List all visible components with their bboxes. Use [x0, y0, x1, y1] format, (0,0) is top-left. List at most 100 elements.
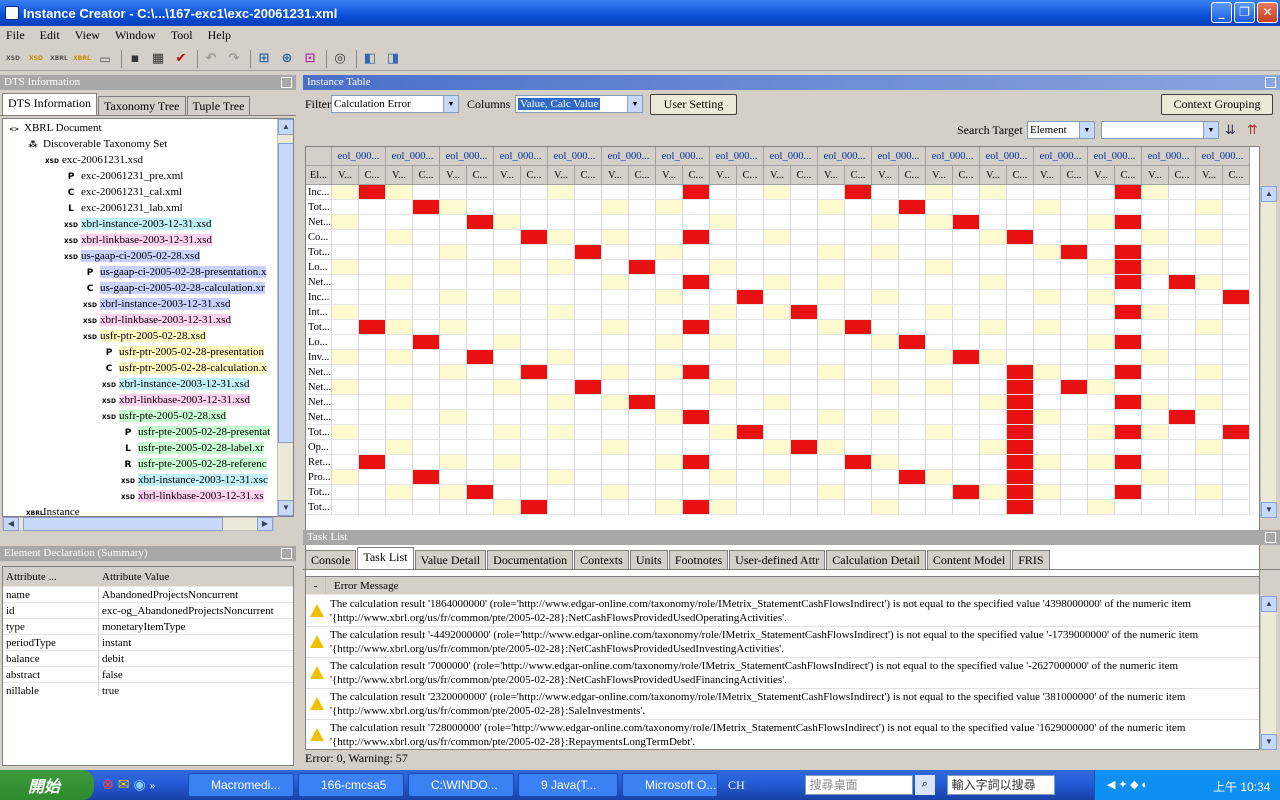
value-cell[interactable] — [494, 395, 521, 410]
calc-cell[interactable] — [359, 230, 386, 245]
tree-node[interactable]: Rusfr-pte-2005-02-28-referenc — [121, 456, 267, 472]
calc-cell[interactable] — [413, 500, 440, 515]
calc-cell[interactable] — [359, 185, 386, 200]
value-cell[interactable] — [818, 380, 845, 395]
calc-cell[interactable] — [737, 500, 764, 515]
value-column-header[interactable]: V... — [764, 166, 791, 185]
calc-cell[interactable] — [1223, 215, 1250, 230]
context-column-header[interactable]: eol_000... — [1196, 147, 1250, 166]
calc-cell[interactable] — [737, 395, 764, 410]
value-cell[interactable] — [980, 185, 1007, 200]
xbrl-new-icon[interactable]: XBRL — [72, 50, 92, 68]
calc-cell[interactable] — [359, 215, 386, 230]
value-cell[interactable] — [710, 185, 737, 200]
calc-cell[interactable] — [1061, 305, 1088, 320]
value-cell[interactable] — [980, 410, 1007, 425]
scroll-thumb[interactable] — [278, 143, 293, 443]
calc-cell[interactable] — [737, 455, 764, 470]
calc-cell[interactable] — [575, 455, 602, 470]
value-cell[interactable] — [494, 275, 521, 290]
value-cell[interactable] — [1196, 500, 1223, 515]
value-cell[interactable] — [332, 215, 359, 230]
calc-cell[interactable] — [1007, 200, 1034, 215]
calc-cell[interactable] — [1061, 395, 1088, 410]
value-cell[interactable] — [764, 470, 791, 485]
value-cell[interactable] — [386, 395, 413, 410]
calc-cell[interactable] — [629, 410, 656, 425]
calc-cell[interactable] — [521, 230, 548, 245]
calc-cell[interactable] — [629, 200, 656, 215]
calc-cell[interactable] — [737, 290, 764, 305]
calc-cell[interactable] — [629, 485, 656, 500]
context-column-header[interactable]: eol_000... — [980, 147, 1034, 166]
xsd-new-icon[interactable]: XSD — [26, 50, 46, 68]
calc-cell[interactable] — [845, 425, 872, 440]
calc-cell[interactable] — [1223, 500, 1250, 515]
value-cell[interactable] — [1088, 245, 1115, 260]
calc-column-header[interactable]: C... — [845, 166, 872, 185]
calc-cell[interactable] — [1007, 185, 1034, 200]
calc-cell[interactable] — [359, 275, 386, 290]
desktop-search-input[interactable]: 搜尋桌面 — [804, 775, 913, 795]
value-cell[interactable] — [710, 365, 737, 380]
calc-cell[interactable] — [845, 245, 872, 260]
value-cell[interactable] — [764, 440, 791, 455]
calc-cell[interactable] — [1115, 200, 1142, 215]
calc-cell[interactable] — [899, 320, 926, 335]
calc-cell[interactable] — [1007, 410, 1034, 425]
calc-cell[interactable] — [845, 185, 872, 200]
value-cell[interactable] — [656, 425, 683, 440]
calc-cell[interactable] — [1115, 335, 1142, 350]
value-cell[interactable] — [764, 320, 791, 335]
row-label[interactable]: Tot... — [306, 245, 332, 260]
row-label[interactable]: Tot... — [306, 425, 332, 440]
value-cell[interactable] — [980, 485, 1007, 500]
value-cell[interactable] — [1034, 230, 1061, 245]
context-column-header[interactable]: eol_000... — [656, 147, 710, 166]
calc-cell[interactable] — [845, 200, 872, 215]
tree-node[interactable]: Cusfr-ptr-2005-02-28-calculation.x — [102, 360, 267, 376]
value-cell[interactable] — [1196, 380, 1223, 395]
value-cell[interactable] — [1088, 215, 1115, 230]
calc-cell[interactable] — [521, 485, 548, 500]
value-cell[interactable] — [1142, 305, 1169, 320]
attribute-row[interactable]: abstract false — [3, 667, 293, 683]
calc-cell[interactable] — [791, 260, 818, 275]
value-cell[interactable] — [1142, 440, 1169, 455]
minimize-button[interactable]: _ — [1211, 2, 1232, 23]
calc-cell[interactable] — [629, 440, 656, 455]
value-cell[interactable] — [332, 260, 359, 275]
calc-cell[interactable] — [575, 320, 602, 335]
calc-cell[interactable] — [845, 335, 872, 350]
value-cell[interactable] — [440, 500, 467, 515]
value-cell[interactable] — [1034, 185, 1061, 200]
calc-cell[interactable] — [737, 335, 764, 350]
value-cell[interactable] — [818, 335, 845, 350]
value-cell[interactable] — [440, 410, 467, 425]
value-cell[interactable] — [548, 245, 575, 260]
calc-cell[interactable] — [1223, 470, 1250, 485]
calc-cell[interactable] — [845, 500, 872, 515]
calc-cell[interactable] — [1223, 335, 1250, 350]
calc-cell[interactable] — [1061, 215, 1088, 230]
calc-cell[interactable] — [413, 320, 440, 335]
xsd-icon[interactable]: XSD — [3, 50, 23, 68]
value-cell[interactable] — [656, 410, 683, 425]
calc-cell[interactable] — [1223, 485, 1250, 500]
value-cell[interactable] — [386, 485, 413, 500]
add-icon[interactable]: ⊞ — [254, 50, 274, 68]
value-cell[interactable] — [980, 440, 1007, 455]
calc-cell[interactable] — [467, 305, 494, 320]
maximize-icon[interactable] — [1265, 77, 1276, 88]
calc-cell[interactable] — [467, 410, 494, 425]
value-cell[interactable] — [872, 245, 899, 260]
value-cell[interactable] — [656, 185, 683, 200]
calc-cell[interactable] — [791, 485, 818, 500]
calc-cell[interactable] — [1169, 440, 1196, 455]
value-cell[interactable] — [1088, 185, 1115, 200]
value-cell[interactable] — [440, 380, 467, 395]
row-label[interactable]: Net... — [306, 395, 332, 410]
value-cell[interactable] — [1196, 200, 1223, 215]
calc-cell[interactable] — [845, 350, 872, 365]
calc-cell[interactable] — [629, 395, 656, 410]
